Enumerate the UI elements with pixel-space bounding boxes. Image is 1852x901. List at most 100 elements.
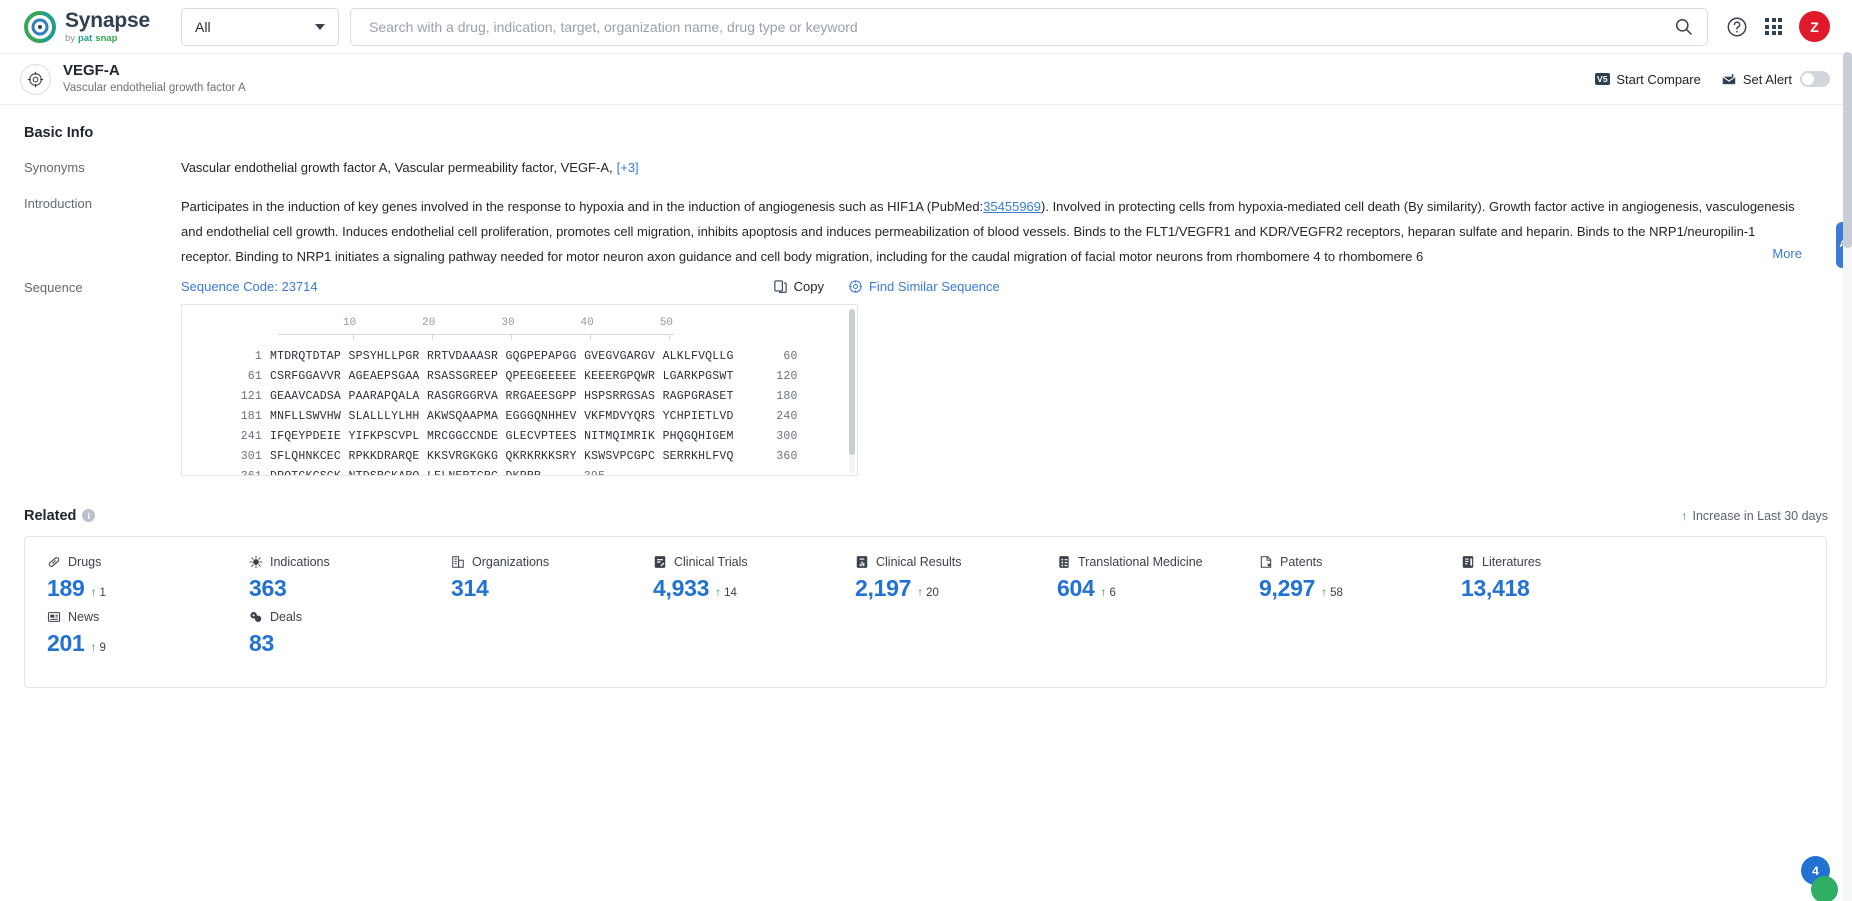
sequence-ruler: 10 20 30 40 50 — [182, 317, 857, 333]
copy-sequence-button[interactable]: Copy — [773, 279, 824, 294]
metric-delta: ↑ 58 — [1321, 586, 1343, 599]
metric-card-patents[interactable]: Patents 9,297 ↑ 58 — [1259, 555, 1461, 602]
search-icon[interactable] — [1674, 17, 1693, 36]
metric-header: Clinical Results — [855, 555, 1057, 569]
related-header: Related i ↑ Increase in Last 30 days — [24, 508, 1828, 524]
sequence-chunk: RSASSGREEP — [427, 369, 499, 383]
brand-by: by — [65, 32, 76, 44]
metric-header: Literatures — [1461, 555, 1663, 569]
search-scope-select[interactable]: All — [181, 7, 339, 46]
metric-card-deals[interactable]: Deals 83 — [249, 610, 451, 657]
delta-arrow-up-icon: ↑ — [1321, 584, 1328, 599]
metric-value: 189 — [47, 574, 85, 601]
delta-value: 1 — [99, 586, 106, 599]
search-bar[interactable] — [350, 7, 1708, 46]
sequence-ruler-tick: 50 — [659, 316, 673, 329]
set-alert-toggle[interactable] — [1800, 71, 1830, 87]
sequence-end-index: 300 — [776, 429, 798, 443]
metric-delta: ↑ 9 — [90, 641, 105, 654]
metric-delta: ↑ 1 — [90, 586, 105, 599]
metric-header: Indications — [249, 555, 451, 569]
sequence-row: 301 SFLQHNKCEC RPKKDRARQE KKSVRGKGKG QKRKRKK… — [182, 447, 857, 467]
sequence-chunk: SFLQHNKCEC — [270, 449, 342, 463]
metric-card-literatures[interactable]: Literatures 13,418 — [1461, 555, 1663, 602]
related-metrics-card: Drugs 189 ↑ 1 Indications 363 Organizations 314… — [24, 535, 1827, 688]
sequence-code[interactable]: Sequence Code: 23714 — [181, 279, 318, 294]
metric-value-row: 604 ↑ 6 — [1057, 575, 1259, 602]
synonyms-value: Vascular endothelial growth factor A, Va… — [181, 160, 613, 175]
introduction-more-link[interactable]: More — [1736, 241, 1802, 267]
brand-tagline: by pat snap — [65, 34, 150, 44]
avatar[interactable]: Z — [1799, 11, 1830, 42]
sequence-viewer[interactable]: 10 20 30 40 50 1 MTDRQTDTAP SPSYHLLPGR RRTVDAAA… — [181, 303, 858, 476]
sequence-end-index: 240 — [776, 409, 798, 423]
sequence-chunk: KEEERGPQWR — [584, 369, 656, 383]
sequence-chunk: GVEGVGARGV — [584, 349, 656, 363]
search-input[interactable] — [367, 17, 1674, 36]
sequence-residues: CSRFGGAVVR AGEAEPSGAA RSASSGREEP QPEEGEEEEE… — [270, 367, 734, 387]
sequence-ruler-tick: 20 — [422, 316, 436, 329]
synonyms-more-link[interactable]: [+3] — [617, 160, 639, 175]
page-scrollbar[interactable] — [1843, 52, 1852, 901]
versus-badge-icon: V5 — [1594, 72, 1611, 86]
introduction-part1: Participates in the induction of key gen… — [181, 198, 984, 214]
sequence-scrollbar[interactable] — [849, 308, 855, 473]
help-circle-icon — [1727, 17, 1747, 36]
metric-header: Patents — [1259, 555, 1461, 569]
sequence-row: Sequence Sequence Code: 23714 Copy Find … — [24, 279, 1828, 476]
metric-header: Organizations — [451, 555, 653, 569]
metric-value: 83 — [249, 629, 274, 656]
sequence-start-index: 121 — [240, 389, 262, 403]
metric-card-organizations[interactable]: Organizations 314 — [451, 555, 653, 602]
sequence-ruler-tick: 30 — [501, 316, 515, 329]
synonyms-value-group: Vascular endothelial growth factor A, Va… — [181, 159, 1828, 178]
metric-delta: ↑ 14 — [715, 586, 737, 599]
synapse-logo-icon — [24, 10, 56, 43]
sequence-chunk: HSPSRRGSAS — [584, 389, 656, 403]
set-alert-control[interactable]: Set Alert — [1721, 71, 1830, 87]
metric-card-clinical-results[interactable]: Clinical Results 2,197 ↑ 20 — [855, 555, 1057, 602]
top-navigation-bar: Synapse bypatsnap All Z — [0, 0, 1852, 54]
brand-name: Synapse — [65, 8, 150, 32]
delta-arrow-up-icon: ↑ — [90, 639, 97, 654]
patent-icon — [1259, 555, 1273, 569]
start-compare-button[interactable]: V5 Start Compare — [1594, 72, 1701, 87]
sequence-tools: Copy Find Similar Sequence — [773, 279, 1000, 294]
sequence-label: Sequence — [24, 279, 83, 295]
find-similar-label: Find Similar Sequence — [868, 278, 1000, 294]
literature-icon — [1461, 555, 1475, 569]
metric-header: Deals — [249, 610, 451, 624]
help-button[interactable] — [1726, 16, 1748, 38]
sequence-row: 241 IFQEYPDEIE YIFKPSCVPL MRCGGCCNDE GLECVPT… — [182, 427, 857, 447]
sequence-end-index: 360 — [776, 449, 798, 463]
sequence-ruler-line — [278, 333, 674, 340]
chat-fab[interactable] — [1811, 876, 1838, 901]
synonyms-row: Synonyms Vascular endothelial growth fac… — [24, 159, 1828, 178]
metric-card-indications[interactable]: Indications 363 — [249, 555, 451, 602]
apps-button[interactable] — [1765, 18, 1782, 35]
apps-grid-icon — [1765, 18, 1782, 35]
find-similar-sequence-button[interactable]: Find Similar Sequence — [848, 279, 1000, 294]
brand-logo[interactable]: Synapse by pat snap — [24, 10, 172, 44]
metric-label: Clinical Trials — [674, 554, 748, 569]
metric-card-drugs[interactable]: Drugs 189 ↑ 1 — [47, 555, 249, 602]
sequence-row: 61 CSRFGGAVVR AGEAEPSGAA RSASSGREEP QPEEGEEE… — [182, 367, 857, 387]
clinical-result-icon — [855, 555, 869, 569]
introduction-value-wrap: Participates in the induction of key gen… — [181, 195, 1828, 267]
entity-subtitle: Vascular endothelial growth factor A — [63, 82, 246, 95]
increase-note-label: Increase in Last 30 days — [1692, 508, 1829, 523]
pubmed-link[interactable]: 35455969 — [983, 199, 1041, 214]
metric-card-translational-medicine[interactable]: Translational Medicine 604 ↑ 6 — [1057, 555, 1259, 602]
delta-arrow-up-icon: ↑ — [715, 584, 722, 599]
sequence-end-index: 60 — [783, 349, 798, 363]
metric-value: 4,933 — [653, 574, 710, 601]
sequence-residues: IFQEYPDEIE YIFKPSCVPL MRCGGCCNDE GLECVPTEES… — [270, 427, 734, 447]
info-icon[interactable]: i — [82, 509, 96, 523]
metric-card-clinical-trials[interactable]: Clinical Trials 4,933 ↑ 14 — [653, 555, 855, 602]
delta-value: 58 — [1330, 586, 1343, 599]
sequence-chunk: KKSVRGKGKG — [427, 449, 499, 463]
metric-card-news[interactable]: News 201 ↑ 9 — [47, 610, 249, 657]
delta-value: 14 — [724, 586, 737, 599]
metrics-grid: Drugs 189 ↑ 1 Indications 363 Organizations 314… — [47, 555, 1804, 665]
sequence-ruler-tick: 10 — [342, 316, 357, 329]
